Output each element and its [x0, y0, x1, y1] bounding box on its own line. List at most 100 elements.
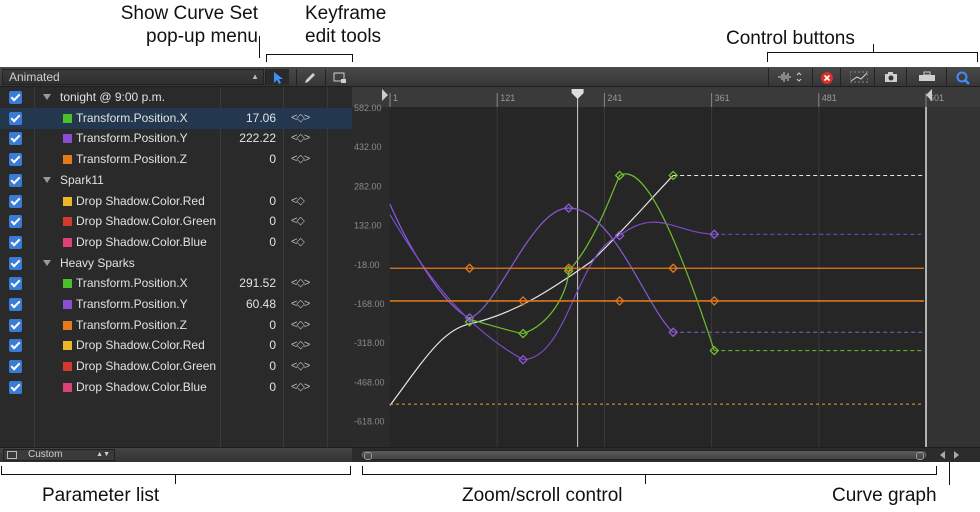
- enable-checkbox[interactable]: [9, 318, 22, 332]
- enable-checkbox[interactable]: [9, 360, 22, 374]
- callout-line: Show Curve Set: [120, 3, 258, 24]
- enable-checkbox[interactable]: [9, 277, 22, 291]
- parameter-group-row[interactable]: tonight @ 9:00 p.m.: [0, 87, 352, 108]
- parameter-label: Transform.Position.Z: [76, 317, 187, 332]
- parameter-row[interactable]: Transform.Position.Z 0 <◇>: [0, 315, 352, 336]
- enable-checkbox[interactable]: [9, 132, 22, 146]
- keyframe-nav-buttons[interactable]: <◇: [291, 235, 305, 248]
- enable-checkbox[interactable]: [9, 194, 22, 208]
- parameter-value[interactable]: 0: [216, 359, 276, 373]
- curve-color-swatch: [63, 217, 72, 227]
- parameter-value[interactable]: 0: [216, 318, 276, 332]
- enable-checkbox[interactable]: [9, 380, 22, 394]
- keyframe-nav-buttons[interactable]: <◇>: [291, 338, 310, 351]
- parameter-row[interactable]: Drop Shadow.Color.Red 0 <◇: [0, 191, 352, 212]
- ruler: [352, 87, 980, 107]
- parameter-list: tonight @ 9:00 p.m. Transform.Position.X 1…: [0, 87, 352, 447]
- parameter-value[interactable]: 0: [216, 338, 276, 352]
- parameter-label: Transform.Position.X: [76, 110, 188, 125]
- snapshot-button[interactable]: [874, 68, 906, 86]
- keyframe-nav-buttons[interactable]: <◇>: [291, 276, 310, 289]
- parameter-value[interactable]: 0: [216, 235, 276, 249]
- enable-checkbox[interactable]: [9, 153, 22, 167]
- curve-color-swatch: [63, 279, 72, 289]
- parameter-row[interactable]: Drop Shadow.Color.Green 0 <◇>: [0, 356, 352, 377]
- keyframe-nav-buttons[interactable]: <◇>: [291, 297, 310, 310]
- parameter-value[interactable]: 0: [216, 194, 276, 208]
- enable-checkbox[interactable]: [9, 235, 22, 249]
- parameter-row[interactable]: Drop Shadow.Color.Green 0 <◇: [0, 211, 352, 232]
- enable-checkbox[interactable]: [9, 111, 22, 125]
- layout-popup[interactable]: Custom ▲▼: [3, 449, 115, 461]
- disclosure-triangle-icon[interactable]: [43, 259, 51, 266]
- keyframe-nav-buttons[interactable]: <◇>: [291, 131, 310, 144]
- ruler-tick-label: 241: [607, 93, 622, 103]
- curve-color-swatch: [63, 196, 72, 206]
- parameter-row[interactable]: Transform.Position.X 291.52 <◇>: [0, 273, 352, 294]
- ruler-tick-label: 481: [822, 93, 837, 103]
- parameter-label: Drop Shadow.Color.Red: [76, 338, 205, 353]
- parameter-row[interactable]: Drop Shadow.Color.Blue 0 <◇>: [0, 377, 352, 398]
- curve-graph[interactable]: 1 121 241 361 481 601 582.00 432.00 282.00 132.00…: [352, 87, 980, 447]
- enable-checkbox[interactable]: [9, 215, 22, 229]
- show-curve-set-popup[interactable]: Animated ▲▼: [2, 69, 264, 95]
- parameter-list-callout: Parameter list: [42, 485, 160, 506]
- fit-curves-button[interactable]: [840, 68, 874, 86]
- y-axis-label: 282.00: [354, 181, 382, 191]
- keyframe-nav-buttons[interactable]: <◇>: [291, 152, 310, 165]
- zoom-to-fit-button[interactable]: [946, 68, 980, 86]
- parameter-value[interactable]: 291.52: [216, 276, 276, 290]
- curve-color-swatch: [63, 300, 72, 309]
- parameter-label: Drop Shadow.Color.Green: [76, 214, 217, 229]
- disclosure-triangle-icon[interactable]: [43, 176, 51, 183]
- audio-waveform-button[interactable]: [768, 68, 812, 86]
- keyframe-nav-buttons[interactable]: <◇>: [291, 111, 310, 124]
- parameter-value[interactable]: 60.48: [216, 297, 276, 311]
- keyframe-nav-buttons[interactable]: <◇>: [291, 318, 310, 331]
- parameter-row[interactable]: Drop Shadow.Color.Red 0 <◇>: [0, 335, 352, 356]
- enable-checkbox[interactable]: [9, 339, 22, 353]
- parameter-value[interactable]: 0: [216, 214, 276, 228]
- parameter-group-row[interactable]: Spark11: [0, 170, 352, 191]
- transform-tool-button[interactable]: [325, 69, 349, 85]
- sketch-tool-button[interactable]: [296, 69, 320, 85]
- parameter-label: Transform.Position.Z: [76, 152, 187, 167]
- parameter-row[interactable]: Transform.Position.X 17.06 <◇>: [0, 107, 352, 129]
- y-axis-label: -168.00: [354, 299, 385, 309]
- curve-graph-canvas[interactable]: 1 121 241 361 481 601582.00432.00282.00132.00…: [352, 87, 980, 447]
- keyframe-nav-buttons[interactable]: <◇: [291, 194, 305, 207]
- parameter-value[interactable]: 222.22: [216, 131, 276, 145]
- parameter-row[interactable]: Transform.Position.Y 222.22 <◇>: [0, 128, 352, 149]
- zoom-scroll-control: [352, 447, 980, 462]
- y-axis-label: -618.00: [354, 417, 385, 427]
- keyframe-nav-buttons[interactable]: <◇>: [291, 380, 310, 393]
- control-buttons-bracket-notch: [873, 44, 874, 52]
- parameter-row[interactable]: Drop Shadow.Color.Blue 0 <◇: [0, 232, 352, 253]
- parameter-label: Drop Shadow.Color.Green: [76, 359, 217, 374]
- lock-button[interactable]: [906, 68, 946, 86]
- parameter-row[interactable]: Transform.Position.Y 60.48 <◇>: [0, 294, 352, 315]
- scroll-right-arrow-icon[interactable]: [954, 451, 959, 459]
- scroll-left-arrow-icon[interactable]: [940, 451, 945, 459]
- parameter-group-row[interactable]: Heavy Sparks: [0, 253, 352, 274]
- zoom-scroll-slider[interactable]: [360, 450, 928, 460]
- keyframe-nav-buttons[interactable]: <◇>: [291, 359, 310, 372]
- parameter-value[interactable]: 0: [216, 152, 276, 166]
- select-tool-button[interactable]: [265, 69, 289, 85]
- parameter-row[interactable]: Transform.Position.Z 0 <◇>: [0, 149, 352, 170]
- enable-checkbox[interactable]: [9, 298, 22, 311]
- curve-color-swatch: [63, 362, 72, 372]
- clear-icon: [821, 72, 833, 84]
- parameter-label: Drop Shadow.Color.Red: [76, 193, 205, 208]
- clear-curves-button[interactable]: [812, 68, 840, 86]
- disclosure-triangle-icon[interactable]: [43, 94, 51, 100]
- snapshot-icon: [885, 72, 897, 82]
- enable-checkbox[interactable]: [9, 91, 22, 104]
- parameter-value[interactable]: 0: [216, 380, 276, 394]
- keyframe-nav-buttons[interactable]: <◇: [291, 214, 305, 227]
- parameter-value[interactable]: 17.06: [216, 111, 276, 125]
- ruler-tick-label: 361: [715, 93, 730, 103]
- enable-checkbox[interactable]: [9, 173, 22, 187]
- enable-checkbox[interactable]: [9, 256, 22, 270]
- zoom-icon: [956, 71, 970, 85]
